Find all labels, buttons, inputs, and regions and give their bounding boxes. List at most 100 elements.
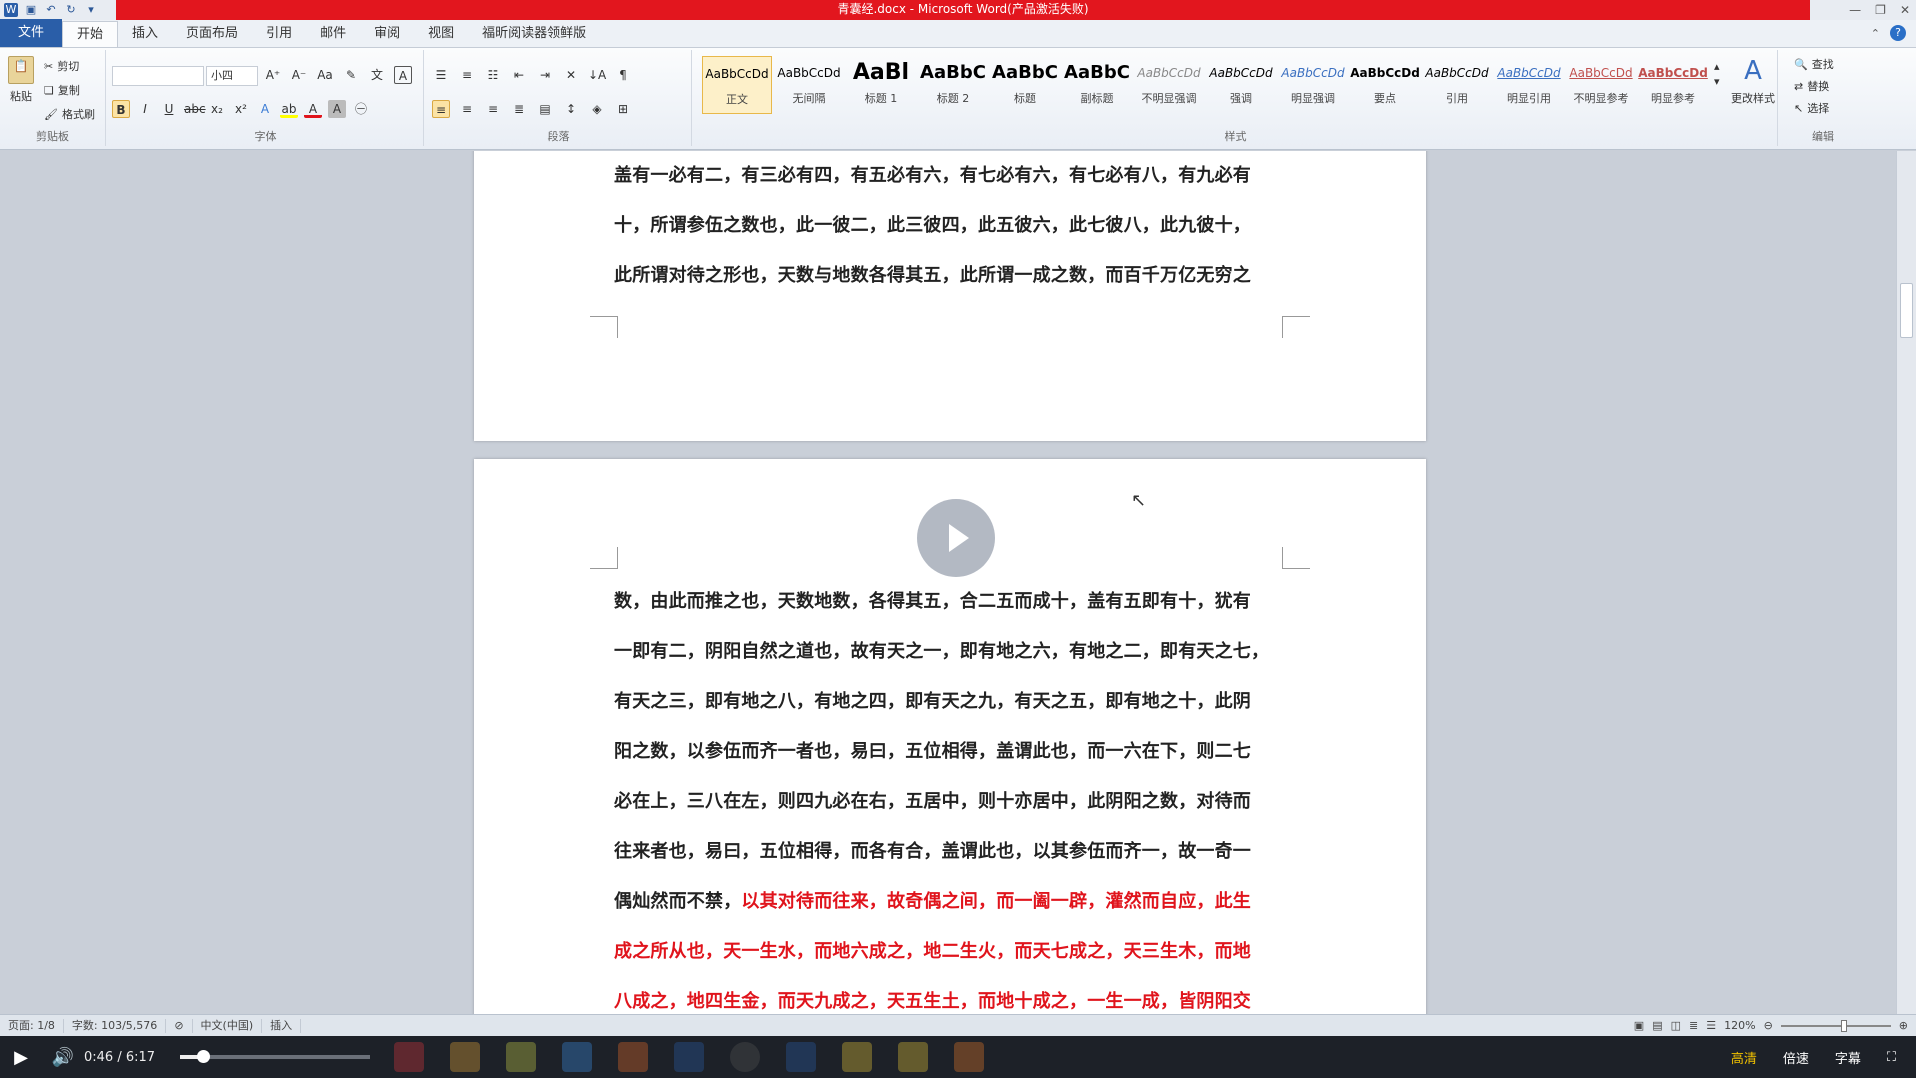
- shrink-font-icon[interactable]: A⁻: [290, 66, 308, 84]
- align-right-icon[interactable]: ≡: [484, 100, 502, 118]
- enclose-char-icon[interactable]: ㊀: [352, 100, 370, 118]
- vertical-scrollbar[interactable]: [1896, 151, 1916, 1014]
- text-segment-black[interactable]: 偶灿然而不禁，: [614, 891, 741, 912]
- page-count[interactable]: 页面: 1/8: [0, 1018, 64, 1033]
- document-page-1[interactable]: 盖有一必有二，有三必有四，有五必有六，有七必有六，有七必有八，有九必有 十，所谓…: [474, 151, 1426, 441]
- shading-icon[interactable]: ◈: [588, 100, 606, 118]
- clear-format-icon[interactable]: ✎: [342, 66, 360, 84]
- customize-toolbar-icon[interactable]: ▾: [84, 3, 98, 17]
- change-styles-button[interactable]: A 更改样式: [1730, 56, 1776, 106]
- align-left-icon[interactable]: ≡: [432, 100, 450, 118]
- zoom-slider-knob[interactable]: [1840, 1019, 1847, 1032]
- close-icon[interactable]: ✕: [1900, 3, 1910, 17]
- text-line-red[interactable]: 八成之，地四生金，而天九成之，天五生土，而地十成之，一生一成，皆阴阳交: [614, 987, 1284, 1013]
- text-line[interactable]: 此所谓对待之形也，天数与地数各得其五，此所谓一成之数，而百千万亿无穷之: [614, 261, 1284, 287]
- volume-icon[interactable]: 🔊: [42, 1047, 84, 1068]
- format-painter-button[interactable]: 🖌 格式刷: [44, 106, 95, 122]
- select-button[interactable]: ↖ 选择: [1794, 100, 1829, 116]
- text-effects-icon[interactable]: A: [256, 100, 274, 118]
- zoom-slider[interactable]: [1780, 1019, 1891, 1032]
- outline-view-icon[interactable]: ≣: [1689, 1019, 1698, 1032]
- style-intense-emphasis[interactable]: AaBbCcDd 明显强调: [1278, 56, 1348, 114]
- zoom-level[interactable]: 120%: [1724, 1019, 1755, 1032]
- text-line[interactable]: 一即有二，阴阳自然之道也，故有天之一，即有地之六，有地之二，即有天之七，: [614, 637, 1284, 663]
- style-title[interactable]: AaBbC 标题: [990, 56, 1060, 114]
- multilevel-list-icon[interactable]: ☷: [484, 66, 502, 84]
- text-line[interactable]: 必在上，三八在左，则四九必在右，五居中，则十亦居中，此阴阳之数，对待而: [614, 787, 1284, 813]
- increase-indent-icon[interactable]: ⇥: [536, 66, 554, 84]
- style-emphasis[interactable]: AaBbCcDd 强调: [1206, 56, 1276, 114]
- playback-progress-knob[interactable]: [197, 1050, 211, 1063]
- style-intense-quote[interactable]: AaBbCcDd 明显引用: [1494, 56, 1564, 114]
- superscript-icon[interactable]: x²: [232, 100, 250, 118]
- align-center-icon[interactable]: ≡: [458, 100, 476, 118]
- char-border-icon[interactable]: A: [394, 66, 412, 84]
- bold-icon[interactable]: B: [112, 100, 130, 118]
- tab-mailings[interactable]: 邮件: [306, 21, 360, 47]
- tab-view[interactable]: 视图: [414, 21, 468, 47]
- tab-page-layout[interactable]: 页面布局: [172, 21, 252, 47]
- help-icon[interactable]: ?: [1890, 25, 1906, 41]
- quality-button[interactable]: 高清: [1731, 1048, 1757, 1067]
- language-indicator[interactable]: 中文(中国): [193, 1018, 263, 1033]
- style-heading-1[interactable]: AaBl 标题 1: [846, 56, 916, 114]
- char-shading-icon[interactable]: A: [328, 100, 346, 118]
- ribbon-collapse-icon[interactable]: ⌃: [1871, 27, 1880, 40]
- text-line[interactable]: 十，所谓参伍之数也，此一彼二，此三彼四，此五彼六，此七彼八，此九彼十，: [614, 211, 1284, 237]
- zoom-in-icon[interactable]: ⊕: [1899, 1019, 1908, 1032]
- undo-icon[interactable]: ↶: [44, 3, 58, 17]
- change-case-icon[interactable]: Aa: [316, 66, 334, 84]
- redo-icon[interactable]: ↻: [64, 3, 78, 17]
- tab-references[interactable]: 引用: [252, 21, 306, 47]
- cut-button[interactable]: ✂ 剪切: [44, 58, 79, 74]
- document-area[interactable]: 盖有一必有二，有三必有四，有五必有六，有七必有六，有七必有八，有九必有 十，所谓…: [0, 151, 1896, 1014]
- style-subtle-emphasis[interactable]: AaBbCcDd 不明显强调: [1134, 56, 1204, 114]
- find-button[interactable]: 🔍 查找: [1794, 56, 1834, 72]
- paste-button[interactable]: 📋 粘贴: [6, 56, 36, 104]
- font-color-icon[interactable]: A: [304, 100, 322, 118]
- distributed-icon[interactable]: ▤: [536, 100, 554, 118]
- text-segment-red[interactable]: 以其对待而往来，故奇偶之间，而一阖一辟，灌然而自应，此生: [741, 891, 1251, 912]
- copy-button[interactable]: ❏ 复制: [44, 82, 80, 98]
- phonetic-guide-icon[interactable]: 文: [368, 66, 386, 84]
- tab-foxit-reader[interactable]: 福昕阅读器领鲜版: [468, 21, 600, 47]
- insert-mode-indicator[interactable]: 插入: [262, 1018, 302, 1033]
- full-screen-reading-icon[interactable]: ▤: [1652, 1019, 1662, 1032]
- tab-insert[interactable]: 插入: [118, 21, 172, 47]
- chinese-layout-icon[interactable]: ✕: [562, 66, 580, 84]
- strikethrough-icon[interactable]: abc: [184, 100, 206, 118]
- text-line[interactable]: 往来者也，易曰，五位相得，而各有合，盖谓此也，以其参伍而齐一，故一奇一: [614, 837, 1284, 863]
- web-layout-icon[interactable]: ◫: [1671, 1019, 1681, 1032]
- decrease-indent-icon[interactable]: ⇤: [510, 66, 528, 84]
- style-quote[interactable]: AaBbCcDd 引用: [1422, 56, 1492, 114]
- save-icon[interactable]: ▣: [24, 3, 38, 17]
- playback-progress-bar[interactable]: [180, 1050, 370, 1063]
- restore-icon[interactable]: ❐: [1875, 3, 1886, 17]
- tab-file[interactable]: 文件: [0, 19, 63, 47]
- tab-review[interactable]: 审阅: [360, 21, 414, 47]
- styles-more-button[interactable]: ▴ ▾: [1714, 60, 1720, 88]
- style-no-spacing[interactable]: AaBbCcDd 无间隔: [774, 56, 844, 114]
- print-layout-icon[interactable]: ▣: [1634, 1019, 1644, 1032]
- grow-font-icon[interactable]: A⁺: [264, 66, 282, 84]
- font-size-combo[interactable]: 小四: [206, 66, 258, 86]
- word-app-icon[interactable]: W: [4, 3, 18, 17]
- text-line[interactable]: 阳之数，以参伍而齐一者也，易曰，五位相得，盖谓此也，而一六在下，则二七: [614, 737, 1284, 763]
- scrollbar-thumb[interactable]: [1900, 283, 1913, 338]
- style-strong[interactable]: AaBbCcDd 要点: [1350, 56, 1420, 114]
- zoom-out-icon[interactable]: ⊖: [1764, 1019, 1773, 1032]
- style-heading-2[interactable]: AaBbC 标题 2: [918, 56, 988, 114]
- show-marks-icon[interactable]: ¶: [614, 66, 632, 84]
- speed-button[interactable]: 倍速: [1783, 1048, 1809, 1067]
- style-normal[interactable]: AaBbCcDd 正文: [702, 56, 772, 114]
- video-play-overlay-button[interactable]: [917, 499, 995, 577]
- bullets-icon[interactable]: ☰: [432, 66, 450, 84]
- subscript-icon[interactable]: x₂: [208, 100, 226, 118]
- text-line-mixed[interactable]: 偶灿然而不禁，以其对待而往来，故奇偶之间，而一阖一辟，灌然而自应，此生: [614, 887, 1284, 913]
- numbering-icon[interactable]: ≡: [458, 66, 476, 84]
- text-line[interactable]: 数，由此而推之也，天数地数，各得其五，合二五而成十，盖有五即有十，犹有: [614, 587, 1284, 613]
- style-subtle-reference[interactable]: AaBbCcDd 不明显参考: [1566, 56, 1636, 114]
- text-line[interactable]: 盖有一必有二，有三必有四，有五必有六，有七必有六，有七必有八，有九必有: [614, 161, 1284, 187]
- underline-icon[interactable]: U: [160, 100, 178, 118]
- play-icon[interactable]: ▶: [0, 1047, 42, 1068]
